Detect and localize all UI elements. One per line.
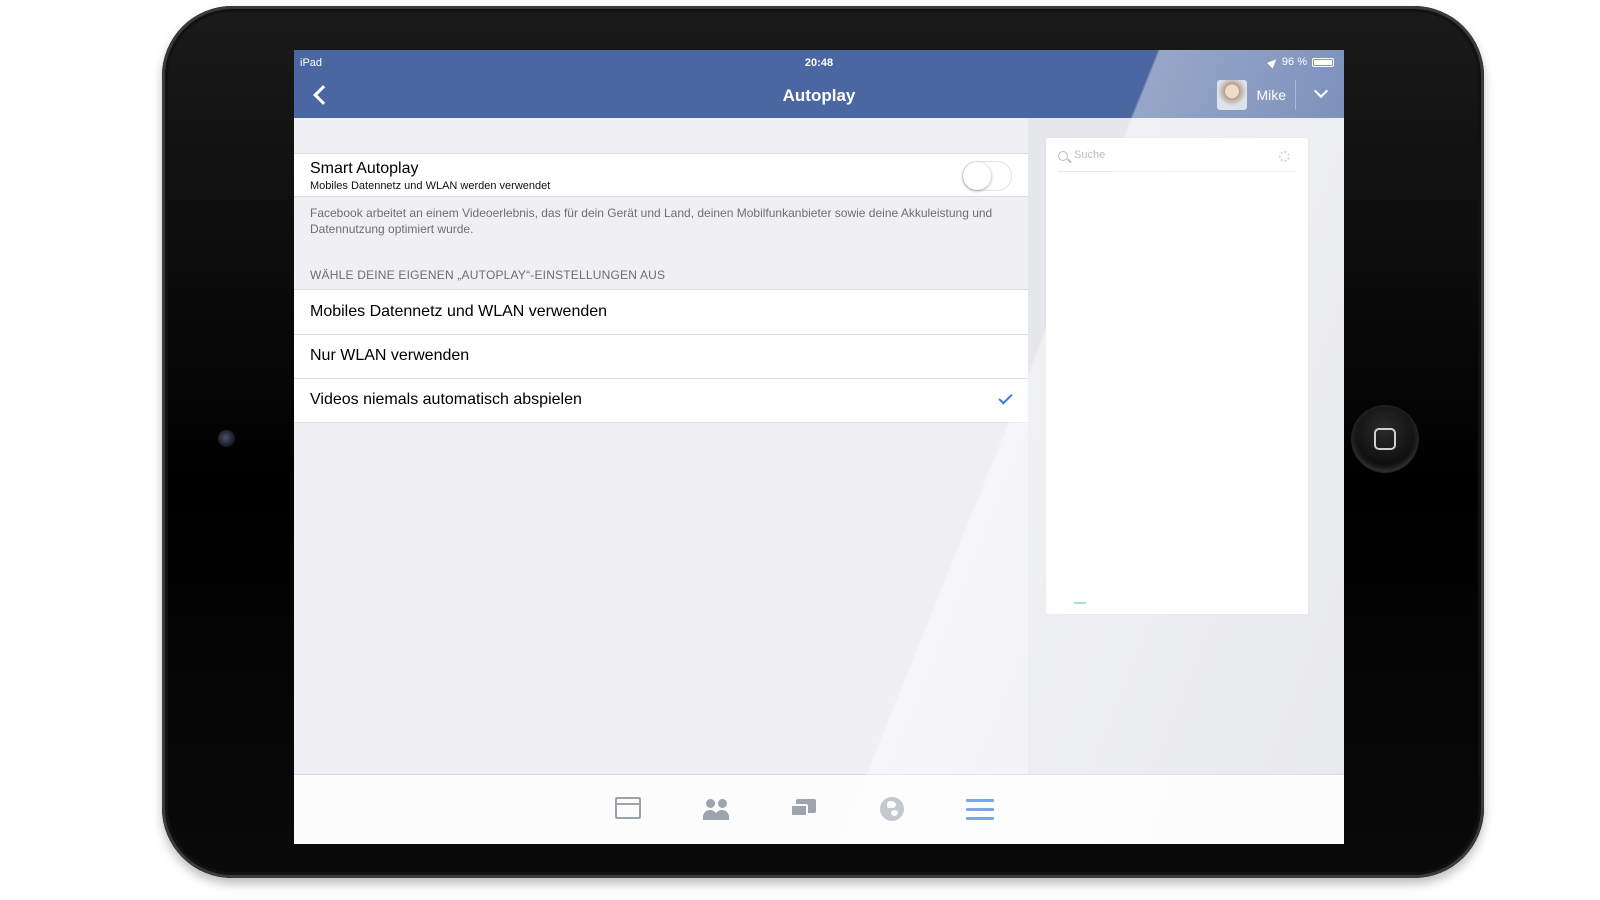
battery-icon [1312,57,1334,67]
status-right: 96 % [1266,55,1334,69]
battery-percentage: 96 % [1281,56,1307,68]
notifications-globe-icon [880,797,904,821]
option-label: Mobiles Datennetz und WLAN verwenden [310,303,608,320]
section-header: WÄHLE DEINE EIGENEN „AUTOPLAY“-EINSTELLU… [310,268,666,282]
profile-button[interactable]: Mike [1217,80,1286,110]
search-icon [1058,151,1068,161]
smart-autoplay-footer: Facebook arbeitet an einem Videoerlebnis… [310,206,993,236]
chevron-down-icon[interactable] [1314,86,1326,98]
option-never-autoplay[interactable]: Videos niemals automatisch abspielen [294,378,1028,422]
front-camera [218,430,235,447]
status-time: 20:48 [804,57,834,69]
smart-autoplay-subtitle: Mobiles Datennetz und WLAN werden verwen… [310,180,551,192]
navigation-bar: iPad 20:48 96 % Autoplay Mike [294,50,1344,118]
option-label: Nur WLAN verwenden [310,347,470,364]
toggle-knob [963,162,991,190]
location-arrow-icon [1266,55,1279,69]
gear-icon[interactable] [1279,151,1290,162]
option-wlan-only[interactable]: Nur WLAN verwenden [294,334,1028,378]
smart-autoplay-title: Smart Autoplay [310,160,419,177]
smart-autoplay-toggle[interactable] [962,161,1012,191]
sidebar-search[interactable]: Suche [1058,148,1296,172]
page-title: Autoplay [782,86,856,105]
news-feed-icon [615,797,641,819]
tab-friends[interactable] [699,795,733,825]
avatar [1217,80,1248,110]
search-input[interactable]: Suche [1074,149,1105,161]
option-label: Videos niemals automatisch abspielen [310,391,582,408]
more-menu-icon [966,798,994,820]
profile-name: Mike [1256,87,1286,103]
tab-notifications[interactable] [875,795,909,825]
screen: iPad 20:48 96 % Autoplay Mike Smart Auto… [294,50,1344,844]
sidebar-accent [1074,602,1086,604]
friends-icon [701,797,731,821]
right-sidebar: Suche [1028,118,1344,774]
smart-autoplay-cell: Smart Autoplay Mobiles Datennetz und WLA… [294,153,1028,197]
tab-bar [294,774,1344,844]
autoplay-options-list: Mobiles Datennetz und WLAN verwenden Nur… [294,289,1028,423]
settings-panel: Smart Autoplay Mobiles Datennetz und WLA… [294,118,1028,774]
option-mobile-and-wlan[interactable]: Mobiles Datennetz und WLAN verwenden [294,290,1028,334]
checkmark-icon [1000,391,1010,407]
home-button[interactable] [1352,406,1418,472]
tab-messages[interactable] [787,795,821,825]
home-square-icon [1374,428,1396,450]
sidebar-panel: Suche [1046,138,1308,614]
tab-more[interactable] [963,795,997,825]
tab-news-feed[interactable] [611,795,645,825]
nav-divider [1295,80,1296,110]
messages-icon [790,799,818,819]
